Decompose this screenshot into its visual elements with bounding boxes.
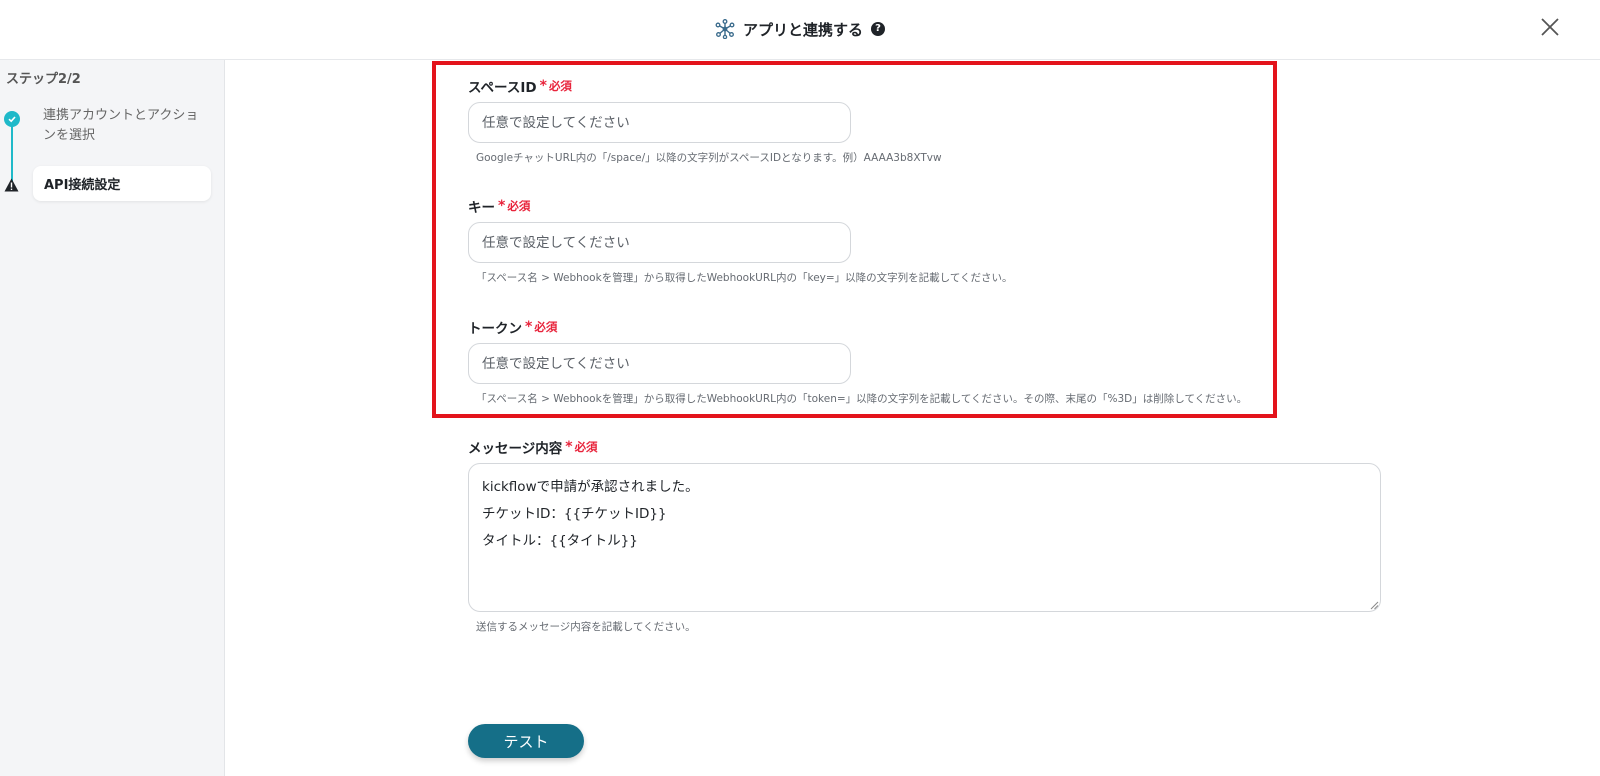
check-icon (8, 116, 16, 123)
key-input[interactable] (468, 222, 851, 263)
message-textarea[interactable]: kickflowで申請が承認されました。 チケットID：{{チケットID}} タ… (468, 463, 1381, 612)
required-mark: * (539, 78, 547, 94)
resize-grip-icon[interactable] (1369, 600, 1379, 610)
modal-title-group: アプリと連携する ? (0, 14, 1600, 44)
space-id-label: スペースID * 必須 (468, 76, 572, 96)
required-badge: * 必須 (525, 319, 557, 335)
required-mark: * (525, 319, 533, 335)
message-label-text: メッセージ内容 (468, 441, 563, 457)
key-hint: 「スペース名 > Webhookを管理」から取得したWebhookURL内の「k… (476, 272, 1013, 284)
modal-title: アプリと連携する (742, 20, 863, 39)
warning-icon (4, 178, 19, 192)
message-hint: 送信するメッセージ内容を記載してください。 (476, 621, 696, 633)
required-text: 必須 (548, 79, 572, 93)
close-icon (1541, 18, 1559, 36)
required-badge: * 必須 (540, 78, 572, 94)
token-input[interactable] (468, 343, 851, 384)
key-label-text: キー (468, 200, 495, 216)
network-hub-icon (715, 19, 735, 39)
required-badge: * 必須 (498, 198, 530, 214)
required-text: 必須 (534, 320, 558, 334)
required-text: 必須 (574, 440, 598, 454)
sidebar-step-api-settings[interactable]: API接続設定 (33, 166, 211, 201)
test-button[interactable]: テスト (468, 724, 584, 758)
step-heading: ステップ2/2 (6, 72, 81, 87)
required-mark: * (498, 198, 506, 214)
message-label: メッセージ内容 * 必須 (468, 437, 598, 457)
token-label-text: トークン (468, 321, 522, 337)
required-text: 必須 (507, 199, 531, 213)
sidebar-step-select-account[interactable]: 連携アカウントとアクションを選択 (43, 106, 208, 146)
step-complete-icon (4, 111, 20, 127)
space-id-input[interactable] (468, 102, 851, 143)
help-icon[interactable]: ? (871, 22, 885, 36)
modal-header: アプリと連携する ? (0, 0, 1600, 60)
close-button[interactable] (1536, 13, 1564, 41)
required-badge: * 必須 (565, 439, 597, 455)
token-hint: 「スペース名 > Webhookを管理」から取得したWebhookURL内の「t… (476, 393, 1248, 405)
space-id-label-text: スペースID (468, 80, 537, 96)
key-label: キー * 必須 (468, 196, 530, 216)
required-mark: * (565, 439, 573, 455)
token-label: トークン * 必須 (468, 317, 557, 337)
space-id-hint: GoogleチャットURL内の「/space/」以降の文字列がスペースIDとなり… (476, 152, 942, 164)
